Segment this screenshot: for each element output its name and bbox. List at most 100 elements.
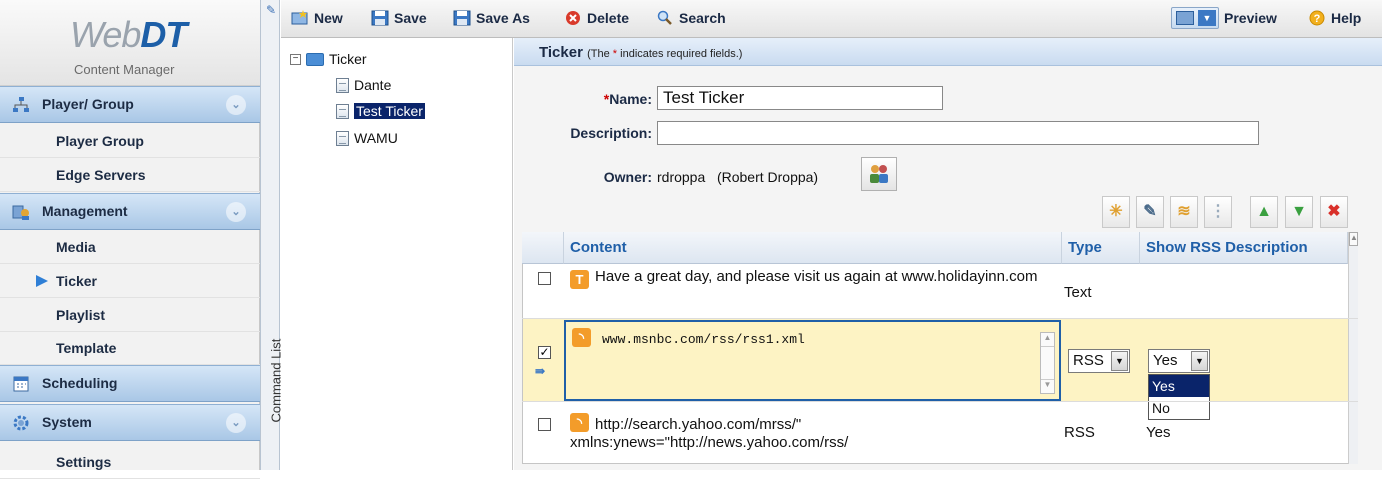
save-button[interactable]: Save (371, 10, 427, 26)
sidebar-item-player-group[interactable]: Player Group (0, 124, 260, 158)
delete-button[interactable]: Delete (564, 10, 629, 26)
nav-section-management[interactable]: Management ⌄ (0, 193, 260, 230)
sidebar-item-label: Settings (56, 454, 112, 470)
table-row[interactable]: ◝ http://search.yahoo.com/mrss/" xmlns:yn… (570, 413, 1058, 452)
chevron-down-icon[interactable]: ▼ (1111, 351, 1128, 371)
nav-section-label: Scheduling (42, 375, 118, 391)
nav-section-system[interactable]: System ⌄ (0, 404, 260, 441)
rss-icon: ◝ (570, 413, 589, 432)
arrow-up-icon: ▲ (1256, 203, 1272, 220)
nav-section-scheduling[interactable]: Scheduling (0, 365, 260, 402)
nav-section-label: Player/ Group (42, 96, 134, 112)
tree-node-label: Ticker (329, 51, 367, 67)
row-content: www.msnbc.com/rss/rss1.xml (602, 332, 805, 347)
active-arrow-icon (36, 275, 48, 287)
add-content-button[interactable]: ✳ (1102, 196, 1130, 228)
sidebar-item-label: Player Group (56, 133, 144, 149)
document-icon (336, 130, 349, 146)
row-checkbox[interactable] (538, 272, 551, 285)
chevron-down-icon[interactable]: ⌄ (226, 413, 246, 433)
calendar-icon (13, 376, 29, 392)
move-up-button[interactable]: ▲ (1250, 196, 1278, 228)
help-label: Help (1331, 10, 1362, 26)
chevron-down-icon[interactable]: ⌄ (226, 202, 246, 222)
column-header-type[interactable]: Type (1062, 232, 1140, 264)
delete-label: Delete (587, 10, 630, 26)
remove-content-button[interactable]: ✖ (1320, 196, 1348, 228)
show-rss-select[interactable]: Yes ▼ (1148, 349, 1210, 373)
sidebar-item-label: Template (56, 340, 117, 356)
textarea-scrollbar[interactable]: ▲ ▼ (1040, 332, 1055, 394)
edit-icon: ✎ (1143, 203, 1157, 220)
save-icon (371, 10, 389, 26)
select-owner-button[interactable] (861, 157, 897, 191)
tree-node-label: WAMU (354, 130, 398, 146)
show-rss-select-value: Yes (1153, 352, 1178, 369)
content-edit-box[interactable]: ◝ www.msnbc.com/rss/rss1.xml ▲ ▼ (564, 320, 1061, 401)
chevron-down-icon[interactable]: ▼ (1191, 351, 1208, 371)
move-down-button[interactable]: ▼ (1285, 196, 1313, 228)
name-input[interactable]: Test Ticker (657, 86, 943, 110)
logo-subtitle: Content Manager (74, 62, 175, 77)
row-checkbox-checked[interactable]: ✓ (538, 346, 551, 359)
svg-text:?: ? (1314, 13, 1321, 25)
search-button[interactable]: Search (656, 10, 726, 26)
save-as-button[interactable]: Save As (453, 10, 530, 26)
sidebar-item-template[interactable]: Template (0, 331, 260, 365)
dropdown-option-yes[interactable]: Yes (1149, 375, 1209, 397)
main-toolbar: New Save Save As Delete Search ▼ Preview… (281, 0, 1382, 38)
tree-node-test-ticker[interactable]: Test Ticker (336, 103, 425, 119)
document-icon (336, 77, 349, 93)
column-header-content[interactable]: Content (564, 232, 1062, 264)
scroll-up-icon[interactable]: ▲ (1349, 232, 1358, 246)
scroll-down-icon[interactable]: ▼ (1041, 379, 1054, 393)
row-show-rss: Yes (1146, 424, 1171, 441)
column-header-select (522, 232, 564, 264)
command-list-bar[interactable]: ✎ Command List (260, 0, 284, 470)
owner-value: rdroppa (Robert Droppa) (657, 169, 819, 185)
preview-dropdown-button[interactable]: ▼ Preview (1171, 7, 1277, 29)
tree-node-dante[interactable]: Dante (336, 77, 391, 93)
select-all-button[interactable]: ≋ (1170, 196, 1198, 228)
tree-node-label: Test Ticker (354, 103, 425, 119)
network-icon (13, 97, 29, 112)
help-icon: ? (1309, 10, 1325, 26)
sidebar-item-media[interactable]: Media (0, 230, 260, 264)
save-as-label: Save As (476, 10, 530, 26)
sidebar-item-ticker[interactable]: Ticker (0, 264, 260, 298)
type-select[interactable]: RSS ▼ (1068, 349, 1130, 373)
sidebar-item-label: Playlist (56, 307, 106, 323)
row-checkbox[interactable] (538, 418, 551, 431)
tree-root-ticker[interactable]: − Ticker (290, 51, 367, 67)
row-divider (522, 401, 1358, 402)
nav-section-player-group[interactable]: Player/ Group ⌄ (0, 86, 260, 123)
collapse-icon[interactable]: − (290, 53, 301, 65)
folder-icon (306, 52, 324, 66)
search-icon (657, 10, 672, 25)
new-button[interactable]: New (291, 10, 343, 26)
sidebar-item-edge-servers[interactable]: Edge Servers (0, 158, 260, 192)
scroll-up-icon[interactable]: ▲ (1041, 333, 1054, 347)
sidebar-item-settings[interactable]: Settings (0, 445, 260, 479)
tree-node-wamu[interactable]: WAMU (336, 130, 398, 146)
edit-content-button[interactable]: ✎ (1136, 196, 1164, 228)
column-header-show-rss[interactable]: Show RSS Description (1140, 232, 1348, 264)
help-button[interactable]: ? Help (1308, 10, 1361, 26)
show-rss-dropdown-list: Yes No (1148, 374, 1210, 420)
sidebar-item-playlist[interactable]: Playlist (0, 298, 260, 332)
table-row[interactable]: T Have a great day, and please visit us a… (570, 268, 1058, 289)
deselect-button[interactable]: ⋮ (1204, 196, 1232, 228)
preview-mode-icon: ▼ (1171, 7, 1219, 29)
chevron-down-icon[interactable]: ⌄ (226, 95, 246, 115)
grid-scrollbar[interactable]: ▲ (1348, 232, 1358, 464)
tree-node-label: Dante (354, 77, 392, 93)
nav-section-label: System (42, 414, 92, 430)
webdt-logo: WebDT Content Manager (0, 0, 260, 86)
ticker-editor-header: Ticker (The * indicates required fields.… (514, 38, 1382, 66)
row-type: Text (1064, 284, 1092, 301)
description-label: Description: (570, 125, 652, 141)
description-input[interactable] (657, 121, 1259, 145)
save-as-icon (453, 10, 471, 26)
pin-icon[interactable]: ✎ (264, 3, 278, 17)
edit-row-arrow-icon: ⇛ (535, 364, 546, 378)
